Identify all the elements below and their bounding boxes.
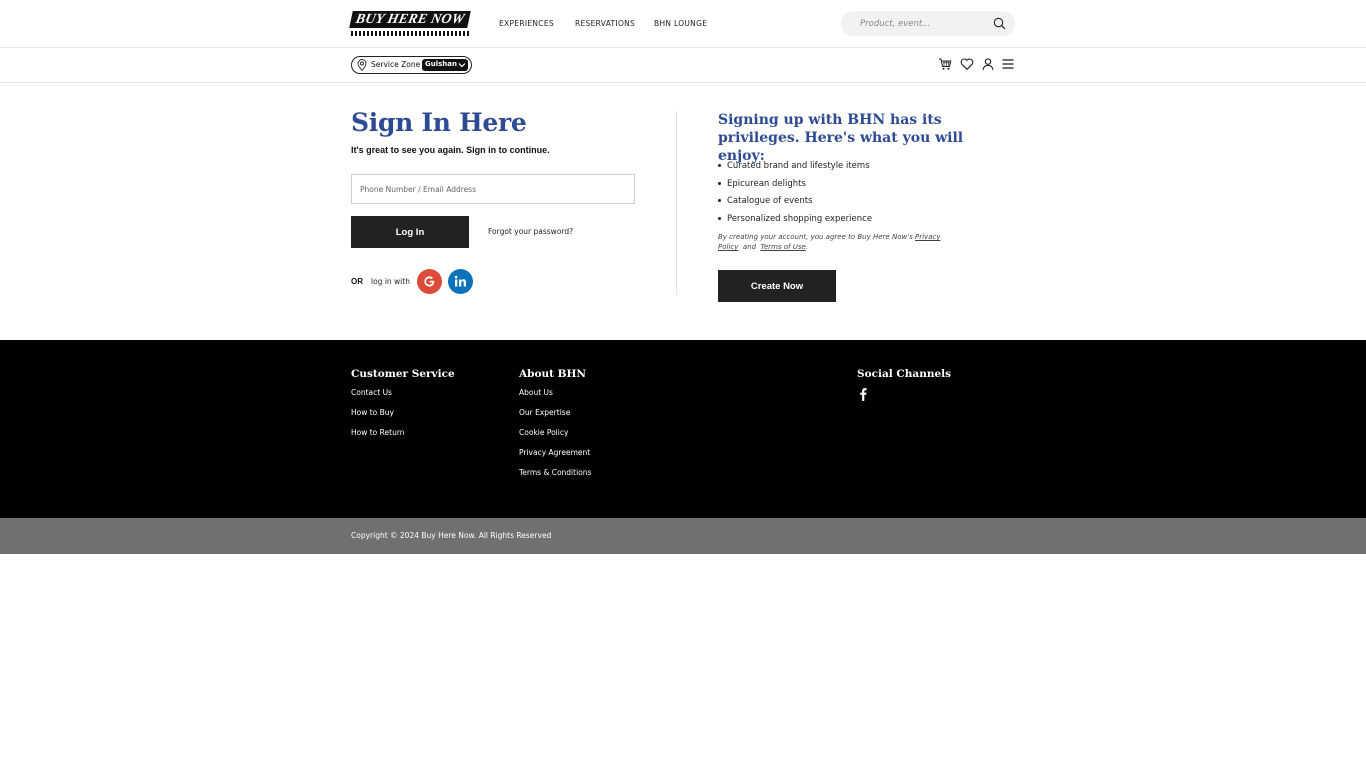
footer-heading-social: Social Channels bbox=[857, 368, 952, 380]
footer-link-how-to-buy[interactable]: How to Buy bbox=[351, 407, 455, 427]
chevron-down-icon bbox=[458, 63, 466, 68]
brand-logo-text: BUY HERE NOW bbox=[349, 11, 471, 28]
terms-suffix: . bbox=[805, 243, 809, 251]
user-icon[interactable] bbox=[981, 57, 995, 71]
menu-icon[interactable] bbox=[1001, 57, 1015, 71]
nav-link-reservations[interactable]: RESERVATIONS bbox=[575, 19, 635, 28]
nav-link-experiences[interactable]: EXPERIENCES bbox=[499, 19, 554, 28]
footer-link-terms-conditions[interactable]: Terms & Conditions bbox=[519, 467, 591, 487]
footer-link-cookie-policy[interactable]: Cookie Policy bbox=[519, 427, 591, 447]
site-footer: Customer Service Contact Us How to Buy H… bbox=[0, 340, 1366, 518]
footer-customer-service: Customer Service Contact Us How to Buy H… bbox=[351, 368, 455, 447]
service-zone-value: Gulshan bbox=[425, 60, 457, 68]
terms-of-use-link[interactable]: Terms of Use bbox=[760, 243, 805, 251]
footer-heading-about: About BHN bbox=[519, 368, 587, 380]
linkedin-icon bbox=[454, 275, 466, 287]
benefit-item: Catalogue of events bbox=[718, 195, 872, 213]
utility-icons bbox=[938, 57, 1018, 73]
brand-logo[interactable]: BUY HERE NOW bbox=[349, 11, 471, 37]
footer-link-our-expertise[interactable]: Our Expertise bbox=[519, 407, 591, 427]
google-icon bbox=[424, 276, 435, 287]
logo-barcode-decoration bbox=[351, 31, 469, 36]
heart-icon[interactable] bbox=[960, 57, 974, 71]
facebook-icon[interactable] bbox=[857, 387, 869, 401]
section-divider bbox=[676, 111, 677, 295]
benefits-title: Signing up with BHN has its privileges. … bbox=[718, 112, 964, 164]
benefits-list: Curated brand and lifestyle items Epicur… bbox=[718, 160, 872, 231]
signin-subtitle: It's great to see you again. Sign in to … bbox=[351, 145, 550, 155]
benefit-item: Curated brand and lifestyle items bbox=[718, 160, 872, 178]
terms-prefix: By creating your account, you agree to B… bbox=[718, 233, 913, 241]
or-label: OR bbox=[351, 277, 363, 286]
footer-link-how-to-return[interactable]: How to Return bbox=[351, 427, 455, 447]
footer-link-contact-us[interactable]: Contact Us bbox=[351, 387, 455, 407]
linkedin-login-button[interactable] bbox=[448, 269, 473, 294]
footer-link-about-us[interactable]: About Us bbox=[519, 387, 591, 407]
copyright-bar: Copyright © 2024 Buy Here Now. All Right… bbox=[0, 518, 1366, 554]
benefit-item: Epicurean delights bbox=[718, 178, 872, 196]
search-icon[interactable] bbox=[993, 17, 1006, 30]
footer-heading-customer-service: Customer Service bbox=[351, 368, 455, 380]
forgot-password-link[interactable]: Forgot your password? bbox=[488, 227, 573, 236]
google-login-button[interactable] bbox=[417, 269, 442, 294]
phone-email-input[interactable] bbox=[351, 174, 635, 204]
benefit-item: Personalized shopping experience bbox=[718, 213, 872, 231]
footer-about: About BHN About Us Our Expertise Cookie … bbox=[519, 368, 591, 487]
login-button[interactable]: Log In bbox=[351, 216, 469, 248]
search-box bbox=[841, 11, 1015, 36]
footer-social: Social Channels bbox=[857, 368, 951, 401]
service-zone-dropdown[interactable]: Gulshan bbox=[422, 59, 468, 71]
terms-notice: By creating your account, you agree to B… bbox=[718, 232, 958, 252]
service-zone-selector[interactable]: Service Zone Gulshan bbox=[351, 56, 472, 74]
login-with-label: log in with bbox=[371, 277, 410, 286]
cart-icon[interactable] bbox=[938, 57, 952, 71]
signin-title: Sign In Here bbox=[351, 108, 527, 137]
terms-and-word: and bbox=[742, 243, 757, 251]
nav-link-bhn-lounge[interactable]: BHN LOUNGE bbox=[654, 19, 707, 28]
create-account-button[interactable]: Create Now bbox=[718, 270, 836, 302]
copyright-text: Copyright © 2024 Buy Here Now. All Right… bbox=[351, 531, 552, 540]
search-input[interactable] bbox=[860, 17, 990, 31]
footer-link-privacy-agreement[interactable]: Privacy Agreement bbox=[519, 447, 591, 467]
service-zone-label: Service Zone bbox=[371, 60, 421, 69]
location-pin-icon bbox=[357, 59, 367, 71]
top-header: BUY HERE NOW EXPERIENCES RESERVATIONS BH… bbox=[0, 0, 1366, 48]
service-bar: Service Zone Gulshan bbox=[0, 48, 1366, 83]
